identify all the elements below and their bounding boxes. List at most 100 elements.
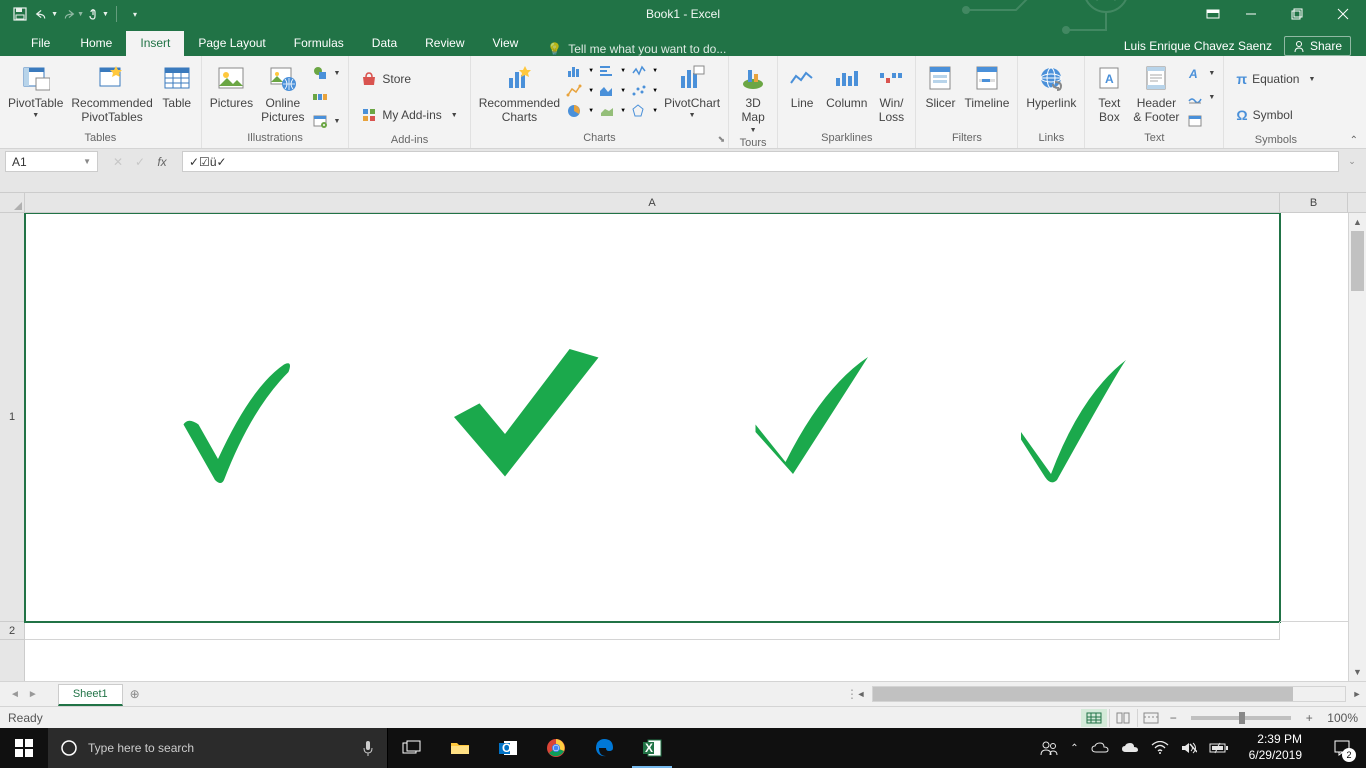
tab-formulas[interactable]: Formulas	[280, 31, 358, 56]
people-icon[interactable]	[1040, 739, 1058, 757]
volume-icon[interactable]	[1181, 741, 1197, 755]
collapse-ribbon-button[interactable]: ⌃	[1350, 135, 1358, 146]
battery-icon[interactable]	[1209, 742, 1229, 754]
edge-button[interactable]	[580, 728, 628, 768]
minimize-button[interactable]	[1228, 0, 1274, 28]
charts-dialog-launcher[interactable]: ⬊	[718, 134, 726, 145]
hscroll-thumb[interactable]	[873, 687, 1293, 701]
zoom-slider[interactable]	[1191, 716, 1291, 720]
touch-mode-button[interactable]: ▼	[86, 2, 110, 26]
row-header-1[interactable]: 1	[0, 213, 24, 622]
cells-area[interactable]	[25, 213, 1348, 681]
page-break-view-button[interactable]	[1137, 709, 1163, 727]
ribbon-display-button[interactable]	[1198, 0, 1228, 28]
bar-chart-button[interactable]: ▼	[598, 62, 626, 80]
my-addins-button[interactable]: My Add-ins ▼	[357, 104, 461, 126]
online-pictures-button[interactable]: Online Pictures	[257, 60, 308, 127]
sparkline-line-button[interactable]: Line	[782, 60, 822, 112]
textbox-button[interactable]: AText Box	[1089, 60, 1129, 127]
smartart-button[interactable]	[308, 86, 344, 108]
cell-a2[interactable]	[25, 622, 1280, 640]
shapes-button[interactable]: ▼	[308, 62, 344, 84]
excel-button[interactable]: X	[628, 728, 676, 768]
page-layout-view-button[interactable]	[1109, 709, 1135, 727]
column-chart-button[interactable]: ▼	[566, 62, 594, 80]
column-header-a[interactable]: A	[25, 193, 1280, 212]
notification-button[interactable]: 2	[1322, 728, 1362, 768]
pie-chart-button[interactable]: ▼	[566, 102, 594, 120]
tab-data[interactable]: Data	[358, 31, 411, 56]
cell-a1[interactable]	[25, 213, 1280, 622]
onedrive-icon[interactable]	[1121, 742, 1139, 754]
3d-map-button[interactable]: 3D Map▼	[733, 60, 773, 137]
tab-insert[interactable]: Insert	[126, 31, 184, 56]
enter-formula-button[interactable]: ✓	[130, 153, 150, 171]
screenshot-button[interactable]: ▼	[308, 110, 344, 132]
outlook-button[interactable]: O	[484, 728, 532, 768]
hyperlink-button[interactable]: Hyperlink	[1022, 60, 1080, 112]
cancel-formula-button[interactable]: ✕	[108, 153, 128, 171]
signature-line-button[interactable]: ▼	[1183, 86, 1219, 108]
redo-button[interactable]: ▼	[60, 2, 84, 26]
hscroll-left-button[interactable]: ◄	[852, 685, 870, 703]
start-button[interactable]	[0, 728, 48, 768]
recommended-pivottables-button[interactable]: Recommended PivotTables	[67, 60, 156, 127]
tab-home[interactable]: Home	[66, 31, 126, 56]
sparkline-column-button[interactable]: Column	[822, 60, 871, 112]
onedrive-icon[interactable]	[1091, 742, 1109, 754]
pivottable-button[interactable]: PivotTable▼	[4, 60, 67, 123]
taskbar-clock[interactable]: 2:39 PM 6/29/2019	[1241, 732, 1310, 763]
insert-function-button[interactable]: fx	[152, 153, 172, 171]
sparkline-winloss-button[interactable]: Win/ Loss	[871, 60, 911, 127]
equation-button[interactable]: π Equation ▼	[1232, 68, 1319, 90]
table-button[interactable]: Table	[157, 60, 197, 112]
select-all-button[interactable]	[0, 193, 25, 212]
pivotchart-button[interactable]: PivotChart▼	[660, 60, 724, 123]
save-button[interactable]	[8, 2, 32, 26]
tray-chevron-icon[interactable]: ⌃	[1070, 743, 1078, 754]
pictures-button[interactable]: Pictures	[206, 60, 257, 112]
column-header-b[interactable]: B	[1280, 193, 1348, 212]
name-box[interactable]: A1 ▼	[5, 151, 98, 172]
vscroll-thumb[interactable]	[1351, 231, 1364, 291]
sheet-nav-buttons[interactable]: ◄►	[0, 689, 48, 700]
tab-file[interactable]: File	[15, 31, 66, 56]
symbol-button[interactable]: Ω Symbol	[1232, 104, 1319, 126]
object-button[interactable]	[1183, 110, 1219, 132]
recommended-charts-button[interactable]: Recommended Charts	[475, 60, 564, 127]
undo-button[interactable]: ▼	[34, 2, 58, 26]
task-view-button[interactable]	[388, 728, 436, 768]
hscroll-right-button[interactable]: ►	[1348, 685, 1366, 703]
taskbar-search[interactable]: Type here to search	[48, 728, 388, 768]
stock-chart-button[interactable]: ▼	[630, 62, 658, 80]
vertical-scrollbar[interactable]: ▲ ▼	[1348, 213, 1366, 681]
scroll-down-button[interactable]: ▼	[1349, 663, 1366, 681]
row-header-2[interactable]: 2	[0, 622, 24, 640]
scroll-up-button[interactable]: ▲	[1349, 213, 1366, 231]
tab-page-layout[interactable]: Page Layout	[184, 31, 279, 56]
share-button[interactable]: Share	[1284, 36, 1351, 56]
tab-review[interactable]: Review	[411, 31, 478, 56]
microphone-icon[interactable]	[361, 739, 375, 757]
wifi-icon[interactable]	[1151, 741, 1169, 755]
radar-chart-button[interactable]: ▼	[630, 102, 658, 120]
store-button[interactable]: Store	[357, 68, 461, 90]
tab-view[interactable]: View	[479, 31, 533, 56]
formula-input[interactable]: ✓☑ü✓	[182, 151, 1339, 172]
zoom-out-button[interactable]: −	[1165, 711, 1181, 725]
zoom-level[interactable]: 100%	[1327, 711, 1358, 725]
header-footer-button[interactable]: Header & Footer	[1129, 60, 1183, 127]
slicer-button[interactable]: Slicer	[920, 60, 960, 112]
tell-me-search[interactable]: 💡 Tell me what you want to do...	[547, 42, 726, 56]
close-button[interactable]	[1320, 0, 1366, 28]
cell-b1[interactable]	[1280, 213, 1348, 622]
zoom-in-button[interactable]: +	[1301, 711, 1317, 725]
normal-view-button[interactable]	[1081, 709, 1107, 727]
scatter-chart-button[interactable]: ▼	[630, 82, 658, 100]
expand-formula-bar-button[interactable]: ⌄	[1343, 156, 1361, 167]
maximize-button[interactable]	[1274, 0, 1320, 28]
wordart-button[interactable]: A▼	[1183, 62, 1219, 84]
line-chart-button[interactable]: ▼	[566, 82, 594, 100]
new-sheet-button[interactable]: ⊕	[123, 683, 147, 705]
horizontal-scrollbar[interactable]	[872, 686, 1346, 702]
